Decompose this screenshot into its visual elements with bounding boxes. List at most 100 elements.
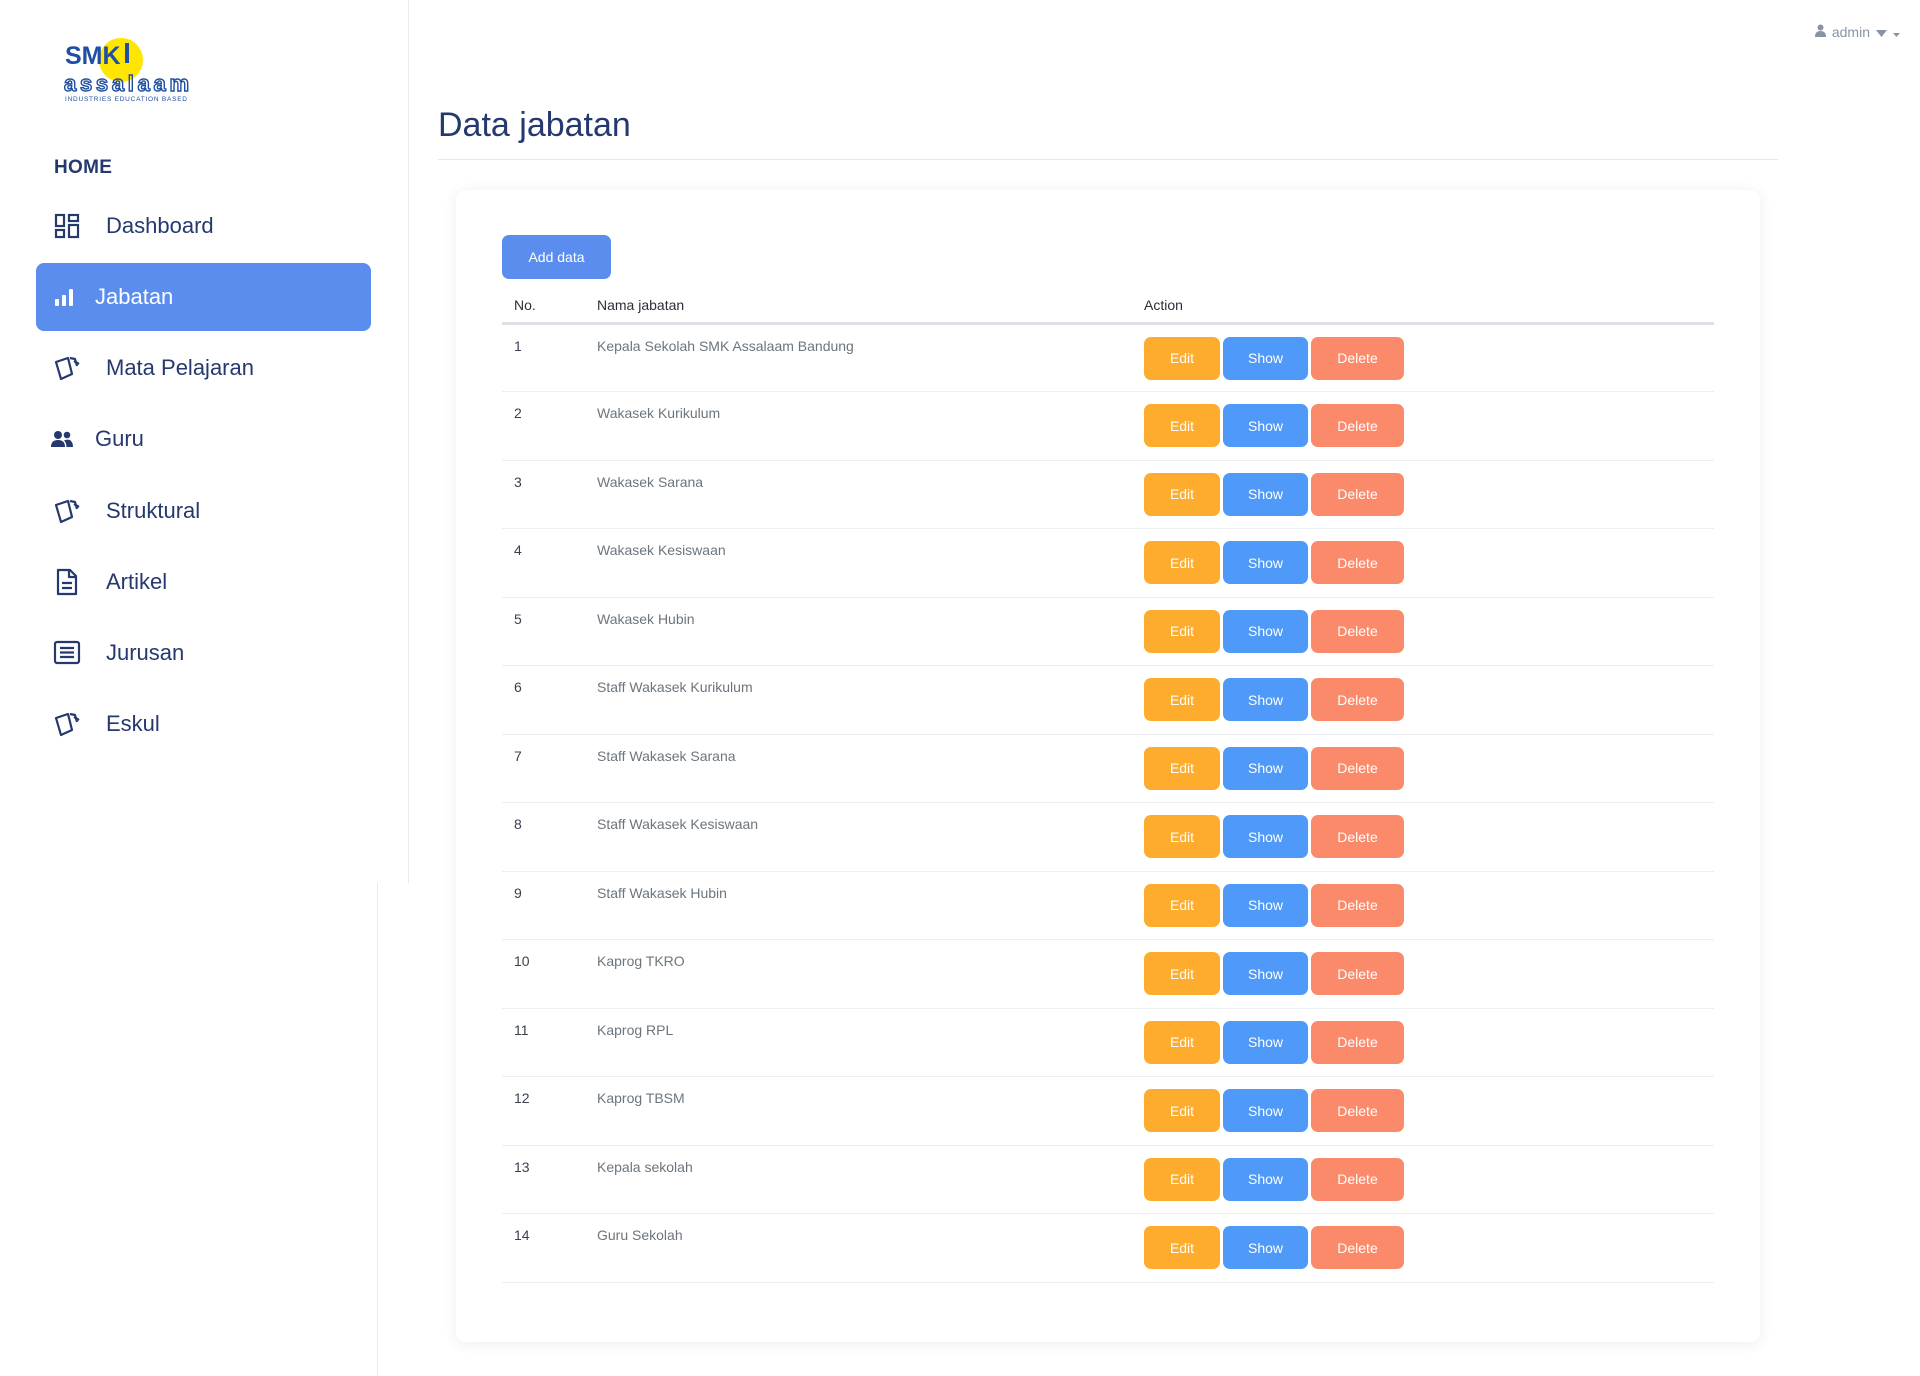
delete-button[interactable]: Delete — [1311, 678, 1404, 721]
sidebar-item-artikel[interactable]: Artikel — [36, 548, 371, 616]
delete-button[interactable]: Delete — [1311, 541, 1404, 584]
title-divider — [438, 159, 1778, 160]
chevron-down-icon — [1893, 24, 1900, 40]
row-actions: Edit Show Delete — [1144, 528, 1714, 598]
show-button[interactable]: Show — [1223, 609, 1308, 653]
show-button[interactable]: Show — [1223, 883, 1308, 927]
sidebar-item-label: Mata Pelajaran — [106, 355, 254, 380]
row-actions: Edit Show Delete — [1144, 1145, 1714, 1214]
row-actions: Edit Show Delete — [1144, 802, 1714, 872]
row-number: 7 — [502, 734, 597, 803]
edit-button[interactable]: Edit — [1144, 404, 1220, 447]
sidebar-item-label: Struktural — [106, 498, 201, 523]
edit-button[interactable]: Edit — [1144, 541, 1220, 584]
row-actions: Edit Show Delete — [1144, 1213, 1714, 1283]
bar-chart-icon — [50, 283, 78, 311]
row-jabatan-name: Staff Wakasek Hubin — [597, 871, 1144, 940]
show-button[interactable]: Show — [1223, 1020, 1308, 1064]
show-button[interactable]: Show — [1223, 678, 1308, 721]
grid-icon — [53, 212, 81, 240]
row-actions: Edit Show Delete — [1144, 939, 1714, 1009]
row-number: 5 — [502, 597, 597, 666]
delete-button[interactable]: Delete — [1311, 336, 1404, 380]
show-button[interactable]: Show — [1223, 952, 1308, 995]
column-header-action: Action — [1144, 288, 1714, 325]
row-jabatan-name: Wakasek Kurikulum — [597, 391, 1144, 461]
table-row: 7 Staff Wakasek Sarana Edit Show Delete — [502, 734, 1714, 803]
sidebar-item-label: Guru — [95, 426, 144, 451]
row-actions: Edit Show Delete — [1144, 871, 1714, 940]
row-number: 2 — [502, 391, 597, 461]
sidebar-item-struktural[interactable]: Struktural — [36, 477, 371, 545]
table-row: 4 Wakasek Kesiswaan Edit Show Delete — [502, 528, 1714, 598]
row-actions: Edit Show Delete — [1144, 665, 1714, 735]
row-jabatan-name: Staff Wakasek Kesiswaan — [597, 802, 1144, 872]
delete-button[interactable]: Delete — [1311, 609, 1404, 653]
sidebar-item-mata-pelajaran[interactable]: Mata Pelajaran — [36, 334, 371, 402]
school-logo[interactable]: SMK assalaam INDUSTRIES EDUCATION BASED — [63, 33, 191, 103]
delete-button[interactable]: Delete — [1311, 1089, 1404, 1132]
edit-button[interactable]: Edit — [1144, 883, 1220, 927]
delete-button[interactable]: Delete — [1311, 815, 1404, 858]
table-row: 9 Staff Wakasek Hubin Edit Show Delete — [502, 871, 1714, 940]
logo-text-smk: SMK — [65, 42, 121, 70]
row-number: 9 — [502, 871, 597, 940]
edit-button[interactable]: Edit — [1144, 815, 1220, 858]
sidebar-item-jurusan[interactable]: Jurusan — [36, 619, 371, 687]
delete-button[interactable]: Delete — [1311, 746, 1404, 790]
sidebar-item-eskul[interactable]: Eskul — [36, 690, 371, 758]
sidebar-item-guru[interactable]: Guru — [36, 405, 371, 473]
show-button[interactable]: Show — [1223, 336, 1308, 380]
edit-button[interactable]: Edit — [1144, 472, 1220, 516]
row-actions: Edit Show Delete — [1144, 391, 1714, 461]
file-icon — [53, 568, 81, 596]
edit-button[interactable]: Edit — [1144, 678, 1220, 721]
edit-button[interactable]: Edit — [1144, 952, 1220, 995]
edit-button[interactable]: Edit — [1144, 1020, 1220, 1064]
row-jabatan-name: Kaprog TKRO — [597, 939, 1144, 1009]
sidebar: SMK assalaam INDUSTRIES EDUCATION BASED … — [0, 0, 409, 883]
row-jabatan-name: Kaprog TBSM — [597, 1076, 1144, 1146]
sidebar-item-label: Jabatan — [95, 284, 174, 309]
delete-button[interactable]: Delete — [1311, 883, 1404, 927]
add-data-button[interactable]: Add data — [502, 235, 611, 279]
show-button[interactable]: Show — [1223, 1226, 1308, 1269]
row-number: 8 — [502, 802, 597, 872]
table-row: 14 Guru Sekolah Edit Show Delete — [502, 1213, 1714, 1283]
show-button[interactable]: Show — [1223, 1157, 1308, 1201]
sidebar-item-dashboard[interactable]: Dashboard — [36, 192, 371, 260]
table-row: 5 Wakasek Hubin Edit Show Delete — [502, 597, 1714, 666]
delete-button[interactable]: Delete — [1311, 1226, 1404, 1269]
edit-button[interactable]: Edit — [1144, 1226, 1220, 1269]
row-jabatan-name: Guru Sekolah — [597, 1213, 1144, 1283]
sidebar-item-jabatan[interactable]: Jabatan — [36, 263, 371, 331]
edit-button[interactable]: Edit — [1144, 1157, 1220, 1201]
sidebar-item-label: Jurusan — [106, 640, 185, 665]
show-button[interactable]: Show — [1223, 472, 1308, 516]
logo-tagline: INDUSTRIES EDUCATION BASED — [65, 96, 187, 103]
show-button[interactable]: Show — [1223, 541, 1308, 584]
row-number: 1 — [502, 323, 597, 392]
show-button[interactable]: Show — [1223, 815, 1308, 858]
edit-button[interactable]: Edit — [1144, 336, 1220, 380]
table-row: 2 Wakasek Kurikulum Edit Show Delete — [502, 391, 1714, 461]
row-jabatan-name: Kepala Sekolah SMK Assalaam Bandung — [597, 323, 1144, 392]
sidebar-item-label: Dashboard — [106, 213, 214, 238]
row-number: 4 — [502, 528, 597, 598]
show-button[interactable]: Show — [1223, 746, 1308, 790]
show-button[interactable]: Show — [1223, 404, 1308, 447]
delete-button[interactable]: Delete — [1311, 1020, 1404, 1064]
edit-button[interactable]: Edit — [1144, 1089, 1220, 1132]
delete-button[interactable]: Delete — [1311, 952, 1404, 995]
user-menu[interactable]: admin — [1814, 24, 1900, 40]
table-row: 11 Kaprog RPL Edit Show Delete — [502, 1008, 1714, 1077]
delete-button[interactable]: Delete — [1311, 472, 1404, 516]
show-button[interactable]: Show — [1223, 1089, 1308, 1132]
edit-button[interactable]: Edit — [1144, 609, 1220, 653]
delete-button[interactable]: Delete — [1311, 1157, 1404, 1201]
edit-button[interactable]: Edit — [1144, 746, 1220, 790]
delete-button[interactable]: Delete — [1311, 404, 1404, 447]
row-number: 10 — [502, 939, 597, 1009]
row-number: 3 — [502, 460, 597, 529]
row-actions: Edit Show Delete — [1144, 1008, 1714, 1077]
